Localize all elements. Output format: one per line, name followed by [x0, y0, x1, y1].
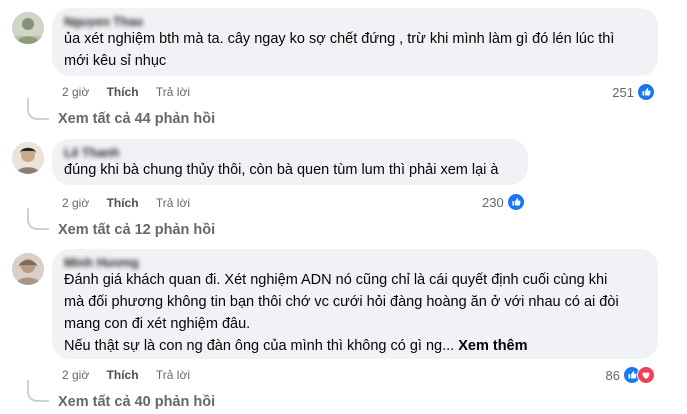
thread-connector: [27, 208, 49, 230]
comment-actions: 2 giờ Thích Trả lời: [62, 367, 204, 383]
like-button[interactable]: Thích: [107, 84, 139, 100]
thread-connector: [27, 380, 49, 402]
avatar-image-icon: [12, 253, 44, 285]
comment-time[interactable]: 2 giờ: [62, 367, 89, 383]
avatar[interactable]: [12, 12, 44, 44]
avatar-image-icon: [12, 12, 44, 44]
comment-time[interactable]: 2 giờ: [62, 84, 89, 100]
view-replies-link[interactable]: Xem tất cả 44 phản hồi: [58, 110, 215, 128]
reply-button[interactable]: Trả lời: [156, 195, 190, 211]
comment-text: Đánh giá khách quan đi. Xét nghiệm ADN n…: [64, 269, 646, 357]
reaction-count: 86: [605, 367, 620, 383]
reaction-count: 251: [612, 84, 634, 100]
like-reaction-icon: [637, 83, 655, 101]
comment-bubble: Nguyen Thao ủa xét nghiệm bth mà ta. cây…: [52, 8, 658, 76]
view-replies-link[interactable]: Xem tất cả 12 phản hồi: [58, 221, 215, 239]
reaction-summary[interactable]: 251: [612, 82, 655, 102]
avatar[interactable]: [12, 142, 44, 174]
comment-author[interactable]: Minh Hương: [64, 255, 646, 269]
comment-text: đúng khi bà chung thủy thôi, còn bà quen…: [64, 162, 499, 178]
comment-actions: 2 giờ Thích Trả lời: [62, 84, 204, 100]
see-more-link[interactable]: Xem thêm: [458, 338, 527, 354]
reply-button[interactable]: Trả lời: [156, 367, 190, 383]
like-reaction-icon: [506, 193, 525, 211]
reaction-count: 230: [482, 194, 504, 210]
comment-text: ủa xét nghiệm bth mà ta. cây ngay ko sợ …: [64, 31, 615, 69]
comment-author[interactable]: Lê Thanh: [64, 145, 516, 159]
like-button[interactable]: Thích: [107, 367, 139, 383]
avatar[interactable]: [12, 253, 44, 285]
reaction-summary[interactable]: 86: [606, 365, 655, 385]
view-replies-link[interactable]: Xem tất cả 40 phản hồi: [58, 393, 215, 411]
comment-time[interactable]: 2 giờ: [62, 195, 89, 211]
comment-actions: 2 giờ Thích Trả lời: [62, 195, 204, 211]
comment-bubble: Lê Thanh đúng khi bà chung thủy thôi, cò…: [52, 139, 528, 185]
reply-button[interactable]: Trả lời: [156, 84, 190, 100]
like-button[interactable]: Thích: [107, 195, 139, 211]
comment-bubble: Minh Hương Đánh giá khách quan đi. Xét n…: [52, 249, 658, 359]
avatar-image-icon: [12, 142, 44, 174]
comment-author[interactable]: Nguyen Thao: [64, 14, 646, 28]
reaction-summary[interactable]: 230: [482, 192, 525, 212]
comment-text-body: Đánh giá khách quan đi. Xét nghiệm ADN n…: [64, 272, 619, 354]
thread-connector: [27, 98, 49, 120]
love-reaction-icon: [637, 366, 655, 384]
